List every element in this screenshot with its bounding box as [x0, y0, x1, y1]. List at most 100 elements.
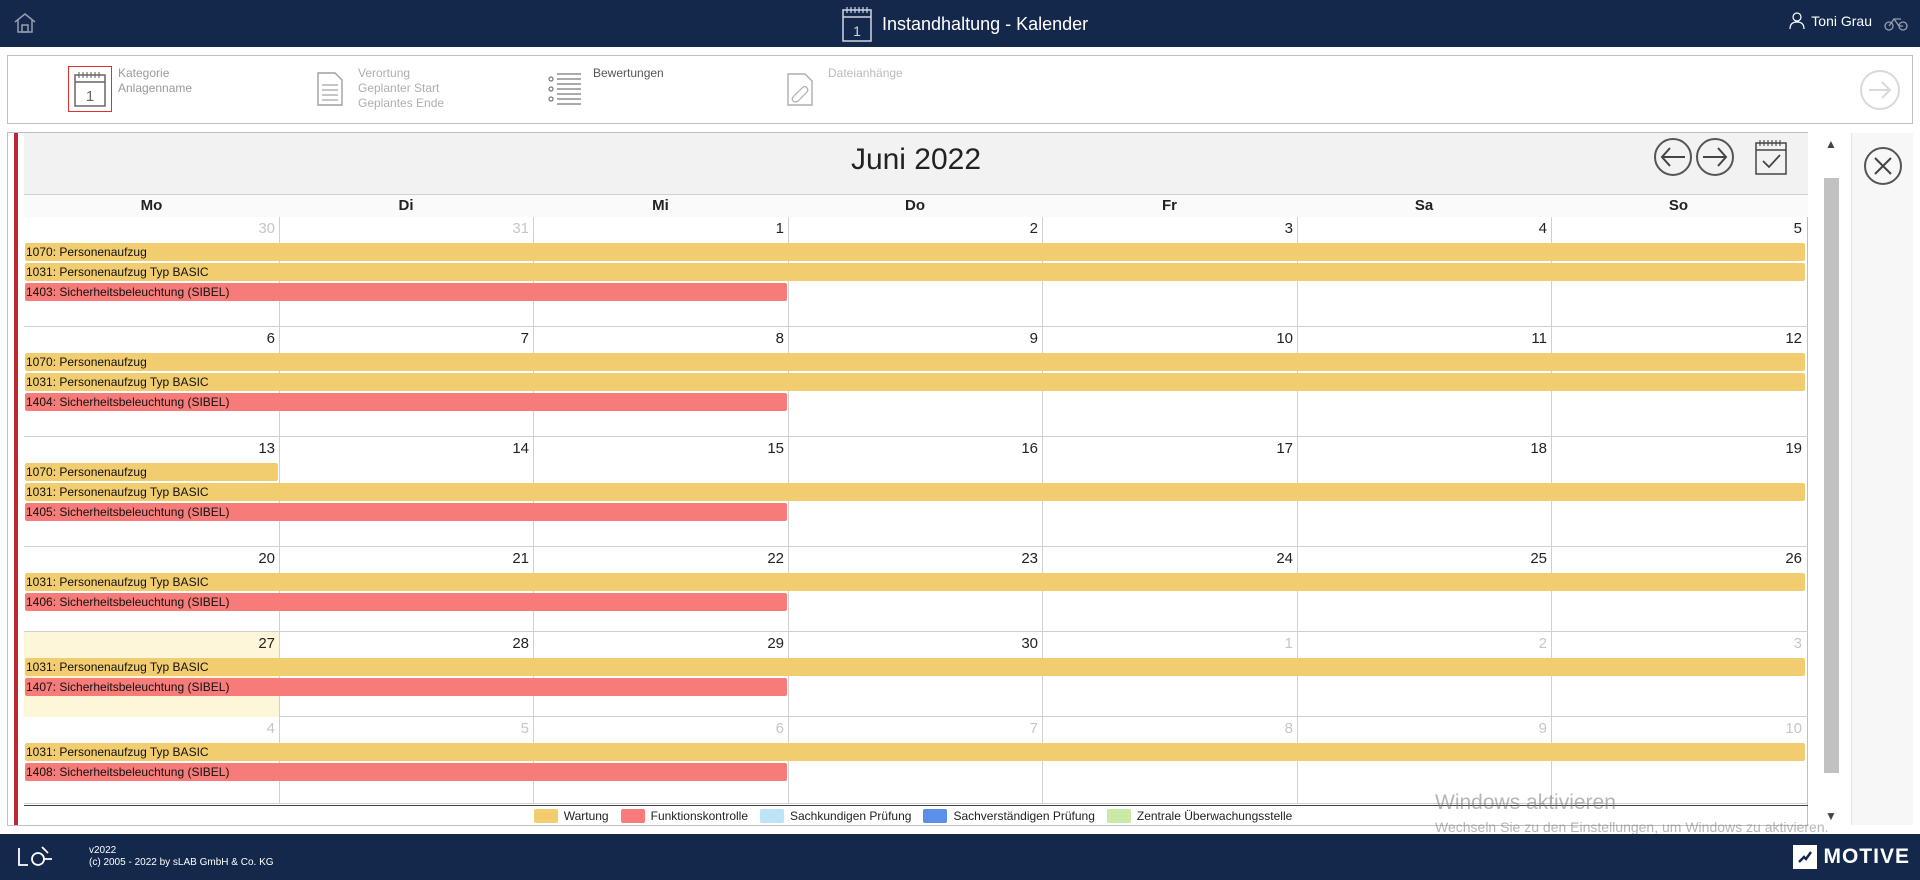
weekday-label: Sa [1414, 197, 1434, 214]
day-number[interactable]: 10 [1762, 720, 1802, 737]
vertical-scrollbar[interactable]: ▲ ▼ [1822, 133, 1840, 825]
legend-item: Sachkundigen Prüfung [760, 808, 911, 823]
user-menu[interactable]: Toni Grau [1789, 12, 1872, 30]
step-line: Dateianhänge [828, 66, 903, 80]
day-number[interactable]: 2 [1507, 635, 1547, 652]
calendar-event[interactable]: 1403: Sicherheitsbeleuchtung (SIBEL) [25, 283, 787, 301]
weekday-label: Fr [1162, 197, 1177, 214]
accent-bar [14, 133, 18, 825]
day-number[interactable]: 13 [235, 440, 275, 457]
step-kategorie[interactable]: 1 Kategorie Anlagenname [68, 66, 192, 112]
calendar-event[interactable]: 1070: Personenaufzug [25, 353, 1805, 371]
day-number[interactable]: 5 [489, 720, 529, 737]
legend-item: Wartung [533, 808, 609, 823]
day-number[interactable]: 14 [489, 440, 529, 457]
step-bewertungen[interactable]: Bewertungen [543, 66, 664, 112]
scroll-thumb[interactable] [1824, 178, 1839, 773]
calendar-event[interactable]: 1070: Personenaufzug [25, 463, 278, 481]
day-number[interactable]: 23 [998, 550, 1038, 567]
weekday-label: Mi [652, 197, 669, 214]
calendar-event[interactable]: 1406: Sicherheitsbeleuchtung (SIBEL) [25, 593, 787, 611]
copyright-label: (c) 2005 - 2022 by sLAB GmbH & Co. KG [89, 857, 274, 868]
day-number[interactable]: 7 [998, 720, 1038, 737]
legend-swatch [620, 808, 645, 823]
day-number[interactable]: 4 [1507, 220, 1547, 237]
day-number[interactable]: 24 [1253, 550, 1293, 567]
day-number[interactable]: 28 [489, 635, 529, 652]
calendar-event[interactable]: 1031: Personenaufzug Typ BASIC [25, 373, 1805, 391]
day-number[interactable]: 25 [1507, 550, 1547, 567]
day-number[interactable]: 12 [1762, 330, 1802, 347]
arrow-right-icon [1703, 147, 1728, 167]
day-number[interactable]: 10 [1253, 330, 1293, 347]
month-title: Juni 2022 [850, 143, 982, 176]
calendar-header: Juni 2022 [24, 133, 1808, 195]
calendar-icon: 1 [842, 7, 872, 42]
calendar-event[interactable]: 1031: Personenaufzug Typ BASIC [25, 658, 1805, 676]
day-number[interactable]: 7 [489, 330, 529, 347]
day-number[interactable]: 18 [1507, 440, 1547, 457]
day-number[interactable]: 31 [489, 220, 529, 237]
weekday-label: Mo [140, 197, 163, 214]
list-icon [543, 66, 587, 112]
day-number[interactable]: 9 [998, 330, 1038, 347]
calendar-event[interactable]: 1408: Sicherheitsbeleuchtung (SIBEL) [25, 763, 787, 781]
day-number[interactable]: 11 [1507, 330, 1547, 347]
day-number[interactable]: 8 [744, 330, 784, 347]
day-number[interactable]: 6 [235, 330, 275, 347]
weekday-label: Do [905, 197, 925, 214]
scroll-up-arrow[interactable]: ▲ [1825, 137, 1837, 151]
step-dateianhaenge[interactable]: Dateianhänge [778, 66, 903, 112]
day-number[interactable]: 2 [998, 220, 1038, 237]
calendar-week-row: 13 14 15 16 17 18 19 1070: Personenaufzug 1031: … [24, 437, 1808, 547]
calendar-week-row: 30 31 1 2 3 4 5 1070: Personenaufzug 1031: Perso… [24, 217, 1808, 327]
day-number[interactable]: 26 [1762, 550, 1802, 567]
calendar-event[interactable]: 1070: Personenaufzug [25, 243, 1805, 261]
day-number[interactable]: 21 [489, 550, 529, 567]
user-name: Toni Grau [1811, 13, 1872, 29]
day-number[interactable]: 6 [744, 720, 784, 737]
close-button[interactable] [1864, 147, 1902, 185]
day-number[interactable]: 15 [744, 440, 784, 457]
calendar: Juni 2022 Mo Di Mi Do Fr Sa So 30 31 1 2 3 4 5 1070: … [24, 133, 1808, 825]
day-number[interactable]: 30 [235, 220, 275, 237]
header-title-group: 1 Instandhaltung - Kalender [842, 5, 1088, 43]
calendar-event[interactable]: 1031: Personenaufzug Typ BASIC [25, 483, 1805, 501]
day-number[interactable]: 27 [235, 635, 275, 652]
calendar-week-row: 6 7 8 9 10 11 12 1070: Personenaufzug 1031: Pers… [24, 327, 1808, 437]
version-label: v2022 [89, 845, 117, 856]
calendar-event[interactable]: 1031: Personenaufzug Typ BASIC [25, 573, 1805, 591]
calendar-event[interactable]: 1405: Sicherheitsbeleuchtung (SIBEL) [25, 503, 787, 521]
day-number[interactable]: 30 [998, 635, 1038, 652]
calendar-event[interactable]: 1031: Personenaufzug Typ BASIC [25, 263, 1805, 281]
day-number[interactable]: 3 [1253, 220, 1293, 237]
day-number[interactable]: 17 [1253, 440, 1293, 457]
legend-swatch [923, 808, 948, 823]
calendar-event[interactable]: 1404: Sicherheitsbeleuchtung (SIBEL) [25, 393, 787, 411]
calendar-event[interactable]: 1407: Sicherheitsbeleuchtung (SIBEL) [25, 678, 787, 696]
version-info: v2022 (c) 2005 - 2022 by sLAB GmbH & Co.… [89, 845, 274, 869]
day-number[interactable]: 16 [998, 440, 1038, 457]
day-number[interactable]: 8 [1253, 720, 1293, 737]
calendar-check-icon[interactable] [1754, 138, 1788, 176]
day-number[interactable]: 22 [744, 550, 784, 567]
day-number[interactable]: 3 [1762, 635, 1802, 652]
motive-brand: MOTIVE [1793, 845, 1910, 869]
step-verortung[interactable]: Verortung Geplanter Start Geplantes Ende [308, 66, 444, 112]
previous-month-button[interactable] [1654, 138, 1692, 176]
next-step-button[interactable] [1860, 70, 1900, 110]
day-number[interactable]: 4 [235, 720, 275, 737]
next-month-button[interactable] [1696, 138, 1734, 176]
bicycle-icon[interactable] [1884, 14, 1908, 32]
wizard-steps: 1 Kategorie Anlagenname Verortung Geplan… [7, 55, 1913, 124]
home-icon[interactable] [12, 10, 38, 36]
day-number[interactable]: 19 [1762, 440, 1802, 457]
day-number[interactable]: 1 [744, 220, 784, 237]
day-number[interactable]: 20 [235, 550, 275, 567]
day-number[interactable]: 29 [744, 635, 784, 652]
day-number[interactable]: 1 [1253, 635, 1293, 652]
calendar-event[interactable]: 1031: Personenaufzug Typ BASIC [25, 743, 1805, 761]
day-number[interactable]: 5 [1762, 220, 1802, 237]
step-line: Verortung [358, 66, 411, 80]
day-number[interactable]: 9 [1507, 720, 1547, 737]
